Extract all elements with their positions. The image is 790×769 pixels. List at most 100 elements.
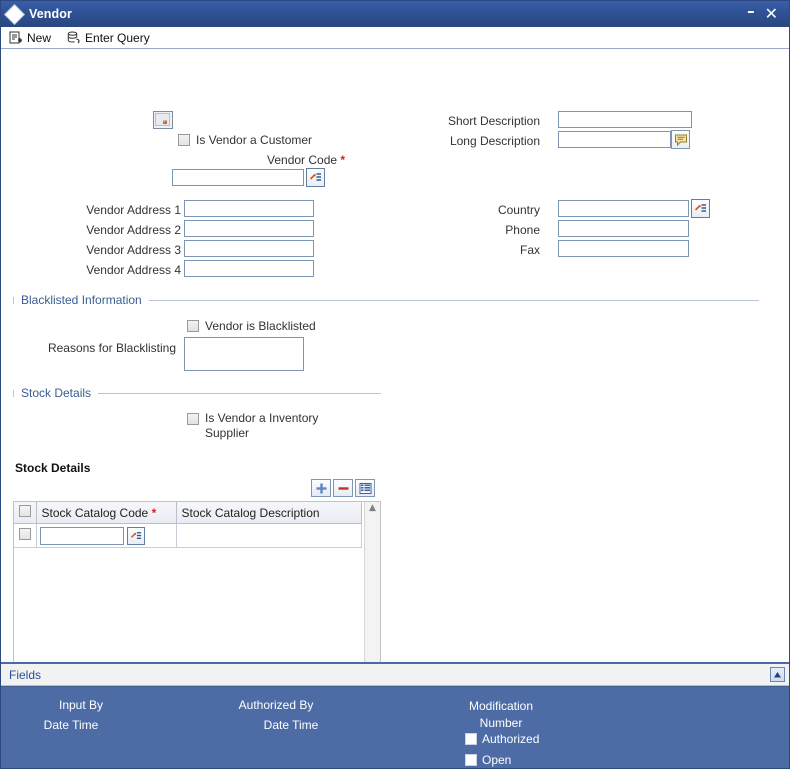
vendor-code-field-wrap: [172, 168, 325, 187]
triangle-up-icon: [774, 671, 781, 677]
short-description-input[interactable]: [558, 111, 692, 128]
new-button-label: New: [27, 30, 52, 45]
country-lov-button[interactable]: [691, 199, 710, 218]
new-button[interactable]: New: [9, 31, 51, 45]
stock-section-header: Stock Details: [13, 386, 381, 400]
is-vendor-customer-row: Is Vendor a Customer: [178, 133, 312, 147]
close-button[interactable]: ✕: [760, 6, 783, 22]
long-description-comment-button[interactable]: [671, 130, 690, 149]
open-checkbox-row: Open: [465, 753, 511, 767]
reasons-for-blacklisting-input[interactable]: [184, 337, 304, 371]
minus-icon: [338, 486, 348, 490]
vendor-code-lov-button[interactable]: [306, 168, 325, 187]
vendor-address-2-label: Vendor Address 2: [86, 223, 181, 237]
grid-view-button[interactable]: [355, 479, 375, 497]
fax-label: Fax: [519, 243, 540, 257]
enter-query-button[interactable]: Enter Query: [67, 31, 150, 45]
comment-bubble-icon: [674, 134, 687, 146]
add-row-button[interactable]: [311, 479, 331, 497]
is-vendor-customer-checkbox[interactable]: [178, 134, 190, 146]
enter-query-label: Enter Query: [85, 30, 150, 45]
delete-row-button[interactable]: [333, 479, 353, 497]
grid-vertical-scrollbar[interactable]: ▲ ▼: [364, 502, 380, 662]
authorized-label: Authorized: [482, 732, 540, 746]
lov-icon: [130, 531, 141, 539]
phone-input[interactable]: [558, 220, 689, 237]
cell-stock-catalog-description[interactable]: [176, 523, 362, 548]
vendor-address-1-input[interactable]: [184, 200, 314, 217]
scroll-up-arrow[interactable]: ▲: [369, 504, 376, 513]
collapse-panel-button[interactable]: [770, 667, 785, 682]
vendor-blacklisted-row: Vendor is Blacklisted: [187, 319, 316, 333]
vendor-image-placeholder[interactable]: [153, 111, 173, 129]
vendor-is-blacklisted-checkbox[interactable]: [187, 320, 199, 332]
vendor-address-3-label: Vendor Address 3: [86, 243, 181, 257]
row-select-cell[interactable]: [14, 523, 37, 548]
is-inventory-supplier-row: Is Vendor a Inventory Supplier: [187, 411, 327, 441]
stock-details-grid: Stock Catalog Code * Stock Catalog Descr…: [13, 501, 381, 662]
toolbar: New Enter Query: [1, 27, 789, 49]
vendor-window: Vendor – ✕ New Enter Query Is Vendor a C…: [0, 0, 790, 769]
lov-icon: [694, 204, 706, 212]
authorized-by-label: Authorized By: [238, 698, 314, 712]
table-row[interactable]: [14, 523, 362, 548]
blacklisted-section-header: Blacklisted Information: [13, 293, 759, 307]
authorized-checkbox[interactable]: [465, 733, 477, 745]
stock-catalog-code-lov-button[interactable]: [126, 526, 145, 545]
column-required-asterisk: *: [151, 505, 157, 520]
column-header-label: Stock Catalog Description: [181, 505, 320, 520]
new-document-icon: [9, 31, 23, 45]
reasons-for-blacklisting-label: Reasons for Blacklisting: [47, 341, 176, 355]
is-inventory-supplier-label: Is Vendor a Inventory Supplier: [205, 411, 319, 440]
input-by-label: Input By: [58, 698, 104, 712]
grid-viewport: Stock Catalog Code * Stock Catalog Descr…: [14, 502, 362, 662]
vendor-address-1-label: Vendor Address 1: [86, 203, 181, 217]
vendor-address-4-label: Vendor Address 4: [86, 263, 181, 277]
long-description-label: Long Description: [449, 134, 540, 148]
cell-stock-catalog-code[interactable]: [36, 523, 177, 548]
vendor-address-2-input[interactable]: [184, 220, 314, 237]
lov-icon: [309, 173, 321, 181]
long-description-input[interactable]: [558, 131, 671, 148]
form-area: Is Vendor a Customer Vendor Code * Short…: [1, 49, 789, 662]
select-all-checkbox[interactable]: [19, 505, 31, 517]
modification-number-label: Modification Number: [468, 699, 534, 730]
stock-grid-title: Stock Details: [15, 461, 91, 475]
section-cap-left: [13, 296, 14, 304]
vendor-address-3-input[interactable]: [184, 240, 314, 257]
is-vendor-customer-label: Is Vendor a Customer: [196, 133, 313, 147]
stock-details-table: Stock Catalog Code * Stock Catalog Descr…: [14, 502, 362, 548]
section-divider: [98, 392, 381, 394]
vendor-code-label-wrap: Vendor Code *: [267, 153, 345, 167]
phone-label: Phone: [505, 223, 540, 237]
fields-bar: Fields: [1, 662, 789, 686]
column-header-stock-catalog-code[interactable]: Stock Catalog Code *: [36, 502, 177, 524]
open-label: Open: [482, 753, 512, 767]
country-label: Country: [497, 203, 540, 217]
input-date-time-label: Date Time: [43, 718, 99, 732]
minimize-button[interactable]: –: [742, 3, 760, 19]
broken-image-icon: [155, 113, 170, 126]
table-header-row: Stock Catalog Code * Stock Catalog Descr…: [14, 502, 362, 524]
authorized-checkbox-row: Authorized: [465, 732, 539, 746]
column-header-stock-catalog-description[interactable]: Stock Catalog Description: [176, 502, 362, 524]
fax-input[interactable]: [558, 240, 689, 257]
short-description-label: Short Description: [447, 114, 540, 128]
is-inventory-supplier-checkbox[interactable]: [187, 413, 199, 425]
vendor-code-input[interactable]: [172, 169, 304, 186]
authorized-date-time-label: Date Time: [263, 718, 319, 732]
vendor-address-4-input[interactable]: [184, 260, 314, 277]
grid-toolbar: [311, 479, 375, 497]
open-checkbox[interactable]: [465, 754, 477, 766]
row-select-checkbox[interactable]: [18, 528, 31, 540]
vendor-is-blacklisted-label: Vendor is Blacklisted: [205, 319, 316, 333]
section-cap-left: [13, 389, 14, 397]
title-bar: Vendor – ✕: [1, 1, 789, 27]
column-header-label: Stock Catalog Code: [41, 505, 149, 520]
select-all-header[interactable]: [14, 502, 37, 524]
diamond-icon: [5, 4, 24, 24]
country-input[interactable]: [558, 200, 689, 217]
stock-catalog-code-input[interactable]: [39, 526, 124, 545]
fields-link[interactable]: Fields: [9, 668, 41, 682]
vendor-code-label: Vendor Code: [267, 153, 338, 167]
